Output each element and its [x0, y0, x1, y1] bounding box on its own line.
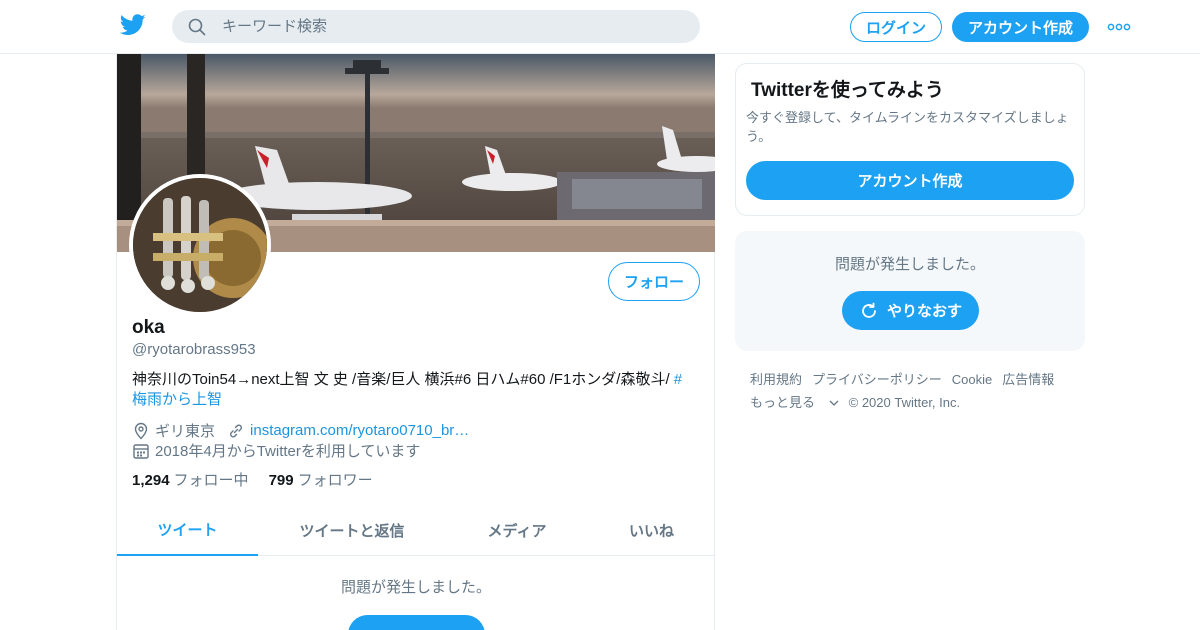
tab-media[interactable]: メディア — [446, 505, 588, 556]
profile-stats: 1,294 フォロー中 799 フォロワー — [132, 469, 373, 490]
chevron-down-icon — [829, 400, 839, 406]
footer-link-terms[interactable]: 利用規約 — [750, 372, 802, 387]
footer-link-ads-info[interactable]: 広告情報 — [1002, 372, 1054, 387]
followers-label: フォロワー — [297, 472, 373, 489]
profile-name: oka — [132, 317, 165, 338]
profile-location: ギリ東京 — [155, 423, 216, 440]
tab-likes[interactable]: いいね — [588, 505, 715, 556]
bio-text: 神奈川のToin54→next上智 文 史 /音楽/巨人 横浜#6 日ハム#60… — [132, 371, 674, 388]
profile-column: フォロー oka @ryotarobrass953 神奈川のToin54→nex… — [116, 54, 715, 630]
search-icon — [188, 18, 206, 36]
login-button[interactable]: ログイン — [850, 12, 942, 42]
followers-count: 799 — [268, 472, 294, 489]
top-navigation-bar: ログイン アカウント作成 — [0, 0, 1200, 54]
profile-tabs: ツイート ツイートと返信 メディア いいね — [117, 505, 715, 556]
footer-row-1: 利用規約 プライバシーポリシー Cookie 広告情報 — [750, 368, 1080, 391]
footer-more-label: もっと見る — [750, 395, 816, 410]
search-input[interactable] — [222, 10, 682, 43]
tab-tweets[interactable]: ツイート — [117, 505, 258, 556]
followers-stat[interactable]: 799 フォロワー — [269, 469, 373, 490]
following-count: 1,294 — [132, 472, 170, 489]
sidebar-error-message: 問題が発生しました。 — [834, 256, 985, 273]
profile-joined-row: 2018年4月からTwitterを利用しています — [132, 440, 420, 461]
location-pin-icon — [134, 422, 148, 439]
signup-button[interactable]: アカウント作成 — [952, 12, 1089, 42]
tab-tweets-and-replies[interactable]: ツイートと返信 — [258, 505, 446, 556]
footer-more-link[interactable]: もっと見る — [750, 395, 839, 410]
profile-location-website-row: ギリ東京 instagram.com/ryotaro0710_br… — [132, 420, 469, 441]
calendar-icon — [133, 443, 149, 459]
refresh-icon — [862, 302, 876, 318]
profile-avatar[interactable] — [129, 174, 271, 316]
profile-website-link[interactable]: instagram.com/ryotaro0710_br… — [250, 422, 469, 439]
signup-card-title: Twitterを使ってみよう — [751, 80, 944, 101]
footer-link-privacy[interactable]: プライバシーポリシー — [812, 372, 942, 387]
retry-button[interactable]: やりなおす — [842, 291, 979, 330]
follow-button[interactable]: フォロー — [608, 262, 700, 301]
search-bar[interactable] — [172, 10, 700, 43]
retry-label: やりなおす — [886, 303, 962, 320]
profile-joined-date: 2018年4月からTwitterを利用しています — [155, 443, 421, 460]
following-stat[interactable]: 1,294 フォロー中 — [132, 469, 249, 490]
profile-bio: 神奈川のToin54→next上智 文 史 /音楽/巨人 横浜#6 日ハム#60… — [132, 370, 697, 410]
sidebar-error-card: 問題が発生しました。 やりなおす — [735, 231, 1085, 351]
signup-card-button[interactable]: アカウント作成 — [746, 161, 1074, 200]
timeline-error-message: 問題が発生しました。 — [340, 579, 491, 596]
link-icon — [230, 424, 242, 437]
twitter-bird-icon[interactable] — [120, 14, 146, 36]
signup-card-text: 今すぐ登録して、タイムラインをカスタマイズしましょう。 — [746, 110, 1069, 144]
profile-handle: @ryotarobrass953 — [132, 341, 256, 358]
following-label: フォロー中 — [173, 472, 249, 489]
avatar-french-horn-image — [133, 178, 267, 312]
footer-links: 利用規約 プライバシーポリシー Cookie 広告情報 もっと見る © 2020 Tw… — [750, 368, 1080, 414]
signup-card: Twitterを使ってみよう 今すぐ登録して、タイムラインをカスタマイズしましょ… — [735, 63, 1085, 216]
timeline-retry-button[interactable] — [348, 615, 485, 630]
footer-link-cookie[interactable]: Cookie — [952, 372, 992, 387]
more-dots-icon[interactable] — [1106, 18, 1132, 36]
footer-row-2: もっと見る © 2020 Twitter, Inc. — [750, 391, 1080, 414]
footer-copyright: © 2020 Twitter, Inc. — [848, 395, 961, 410]
